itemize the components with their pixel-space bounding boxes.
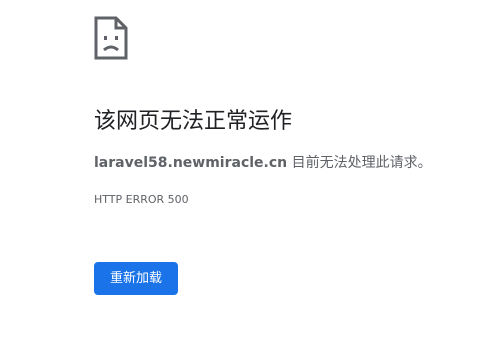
error-page: 该网页无法正常运作 laravel58.newmiracle.cn 目前无法处理… bbox=[0, 0, 490, 354]
error-summary: laravel58.newmiracle.cn 目前无法处理此请求。 bbox=[94, 153, 432, 173]
sad-page-icon bbox=[94, 16, 128, 60]
host-name: laravel58.newmiracle.cn bbox=[94, 155, 288, 171]
reload-button[interactable]: 重新加载 bbox=[94, 262, 178, 295]
error-code: HTTP ERROR 500 bbox=[94, 193, 189, 206]
error-message: 目前无法处理此请求。 bbox=[287, 155, 432, 171]
page-title: 该网页无法正常运作 bbox=[94, 109, 293, 134]
